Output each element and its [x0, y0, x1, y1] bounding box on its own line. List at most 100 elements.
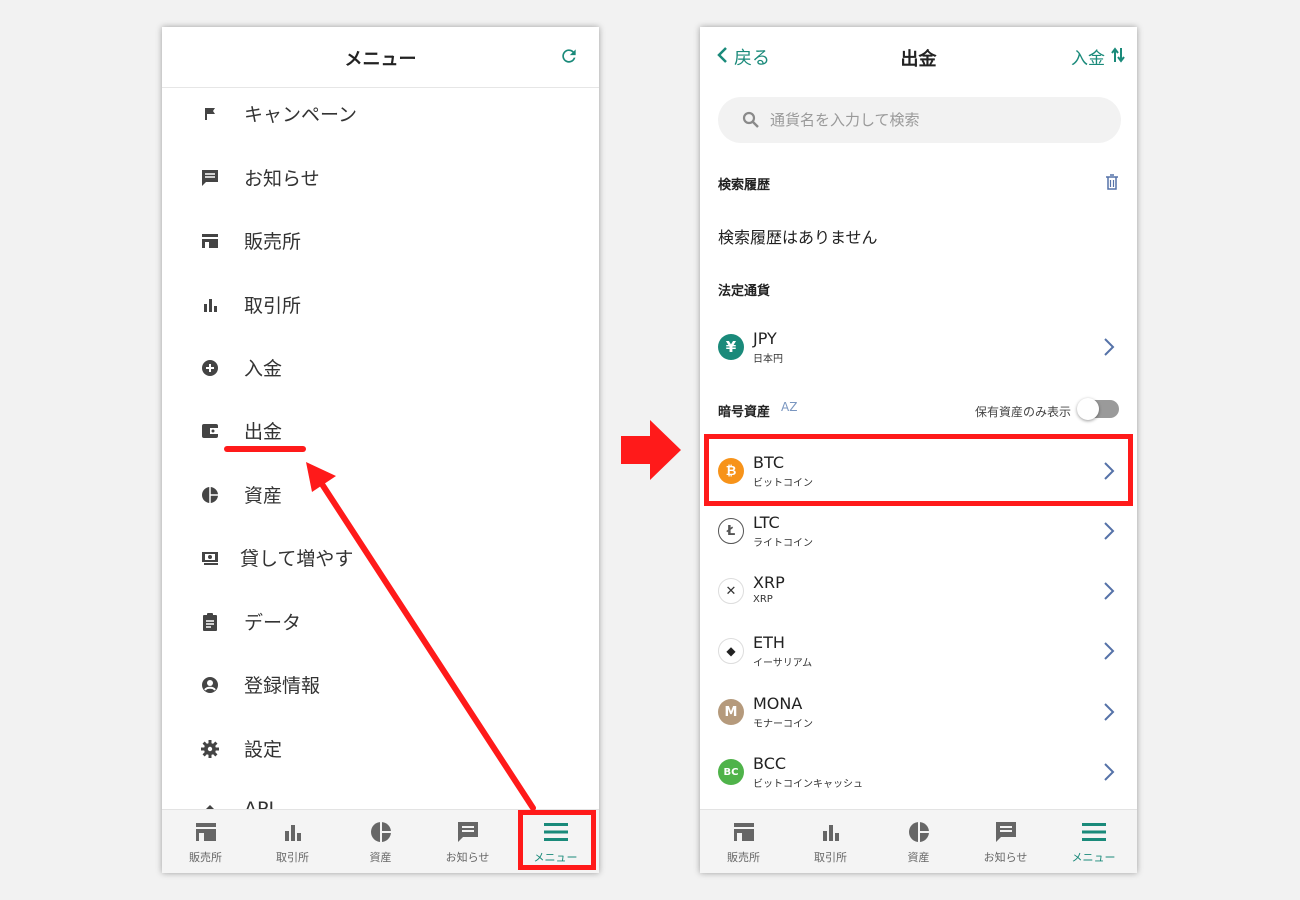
currency-row-mona[interactable]: M MONA モナーコイン	[700, 682, 1137, 742]
hamburger-icon	[1082, 820, 1106, 844]
xrp-coin-icon: ✕	[718, 578, 744, 604]
tab-label: 資産	[907, 851, 930, 864]
currency-symbol: LTC	[753, 513, 780, 532]
chevron-right-icon	[1103, 337, 1115, 361]
currency-symbol: XRP	[753, 573, 785, 592]
menu-item-notices[interactable]: お知らせ	[162, 148, 599, 208]
tab-store[interactable]: 販売所	[700, 810, 787, 873]
menu-item-deposit[interactable]: 入金	[162, 338, 599, 398]
currency-name: イーサリアム	[753, 658, 813, 669]
monacoin-coin-icon: M	[718, 699, 744, 725]
history-empty-message: 検索履歴はありません	[718, 228, 878, 247]
menu-item-lending[interactable]: 貸して増やす	[162, 528, 599, 588]
tab-label: 資産	[369, 851, 392, 864]
chevron-right-icon	[1103, 641, 1115, 665]
gear-icon	[199, 738, 221, 760]
tab-label: お知らせ	[445, 851, 490, 864]
holdings-only-label: 保有資産のみ表示	[974, 405, 1071, 419]
currency-name: モナーコイン	[753, 719, 813, 730]
menu-item-profile[interactable]: 登録情報	[162, 655, 599, 715]
currency-row-eth[interactable]: ◆ ETH イーサリアム	[700, 621, 1137, 681]
chevron-right-icon	[1103, 762, 1115, 786]
right-arrow-icon	[621, 420, 681, 480]
menu-item-exchange[interactable]: 取引所	[162, 275, 599, 335]
bottom-tab-bar: 販売所 取引所 資産 お知らせ メニュー	[700, 809, 1137, 873]
account-icon	[199, 674, 221, 696]
currency-row-ltc[interactable]: Ł LTC ライトコイン	[700, 501, 1137, 561]
chevron-right-icon	[1103, 702, 1115, 726]
tab-exchange[interactable]: 取引所	[787, 810, 874, 873]
crypto-section-title: 暗号資産	[718, 405, 771, 420]
menu-item-data[interactable]: データ	[162, 592, 599, 652]
deposit-link[interactable]: 入金	[1071, 44, 1125, 69]
menu-item-label: 貸して増やす	[240, 548, 354, 570]
search-icon	[742, 111, 760, 133]
currency-name: ビットコインキャッシュ	[753, 779, 863, 790]
withdraw-header: 戻る 出金 入金	[700, 27, 1137, 87]
menu-item-api[interactable]: API	[162, 782, 599, 812]
menu-item-label: 設定	[244, 739, 283, 761]
menu-item-store[interactable]: 販売所	[162, 211, 599, 271]
menu-item-settings[interactable]: 設定	[162, 719, 599, 779]
currency-row-bcc[interactable]: BC BCC ビットコインキャッシュ	[700, 742, 1137, 802]
tab-notices[interactable]: お知らせ	[424, 810, 511, 873]
litecoin-coin-icon: Ł	[718, 518, 744, 544]
menu-item-assets[interactable]: 資産	[162, 465, 599, 525]
store-icon	[199, 230, 221, 252]
yen-coin-icon: ¥	[718, 334, 744, 360]
pie-chart-icon	[369, 820, 393, 844]
pie-chart-icon	[199, 484, 221, 506]
store-icon	[194, 820, 218, 844]
tab-assets[interactable]: 資産	[875, 810, 962, 873]
menu-item-campaign[interactable]: キャンペーン	[162, 87, 599, 144]
menu-tab-highlight-annotation	[518, 810, 596, 870]
chevron-right-icon	[1103, 581, 1115, 605]
cash-icon	[199, 547, 221, 569]
currency-symbol: MONA	[753, 694, 803, 713]
tab-label: お知らせ	[983, 851, 1028, 864]
tab-menu[interactable]: メニュー	[1050, 810, 1137, 873]
deposit-label: 入金	[1071, 49, 1105, 69]
btc-row-highlight-annotation	[704, 434, 1133, 506]
tab-label: メニュー	[1071, 851, 1116, 864]
bar-chart-icon	[281, 820, 305, 844]
menu-item-label: 取引所	[244, 295, 302, 317]
sort-az-icon[interactable]: AZ	[781, 400, 797, 414]
holdings-only-toggle[interactable]	[1077, 398, 1119, 420]
menu-item-label: 入金	[244, 358, 283, 380]
withdraw-underline-annotation	[224, 446, 306, 452]
toggle-knob	[1077, 398, 1099, 420]
menu-item-label: 資産	[244, 485, 283, 507]
tab-store[interactable]: 販売所	[162, 810, 249, 873]
currency-row-jpy[interactable]: ¥ JPY 日本円	[700, 317, 1137, 377]
tab-assets[interactable]: 資産	[337, 810, 424, 873]
trash-icon[interactable]	[1105, 174, 1119, 194]
swap-vertical-icon	[1111, 46, 1125, 67]
tab-exchange[interactable]: 取引所	[249, 810, 336, 873]
menu-item-label: 出金	[244, 421, 283, 443]
currency-name: XRP	[753, 594, 773, 605]
wallet-icon	[199, 420, 221, 442]
tab-label: 販売所	[189, 851, 222, 864]
menu-header: メニュー	[162, 27, 599, 88]
search-box[interactable]	[718, 97, 1121, 143]
tab-label: 取引所	[814, 851, 847, 864]
page-title: メニュー	[344, 49, 417, 70]
fiat-section-title: 法定通貨	[718, 284, 771, 299]
menu-item-label: データ	[244, 612, 302, 634]
tab-notices[interactable]: お知らせ	[962, 810, 1049, 873]
search-input[interactable]	[770, 97, 1100, 143]
menu-item-label: 登録情報	[244, 675, 321, 697]
pie-chart-icon	[907, 820, 931, 844]
menu-item-label: キャンペーン	[244, 104, 358, 126]
refresh-icon[interactable]	[559, 46, 579, 70]
tab-label: 販売所	[727, 851, 760, 864]
currency-symbol: ETH	[753, 633, 785, 652]
currency-row-xrp[interactable]: ✕ XRP XRP	[700, 561, 1137, 621]
message-icon	[456, 820, 480, 844]
menu-item-withdraw[interactable]: 出金	[162, 401, 599, 461]
history-section-title: 検索履歴	[718, 178, 771, 193]
menu-item-label: お知らせ	[244, 168, 320, 190]
chevron-right-icon	[1103, 521, 1115, 545]
menu-item-label: 販売所	[244, 231, 302, 253]
